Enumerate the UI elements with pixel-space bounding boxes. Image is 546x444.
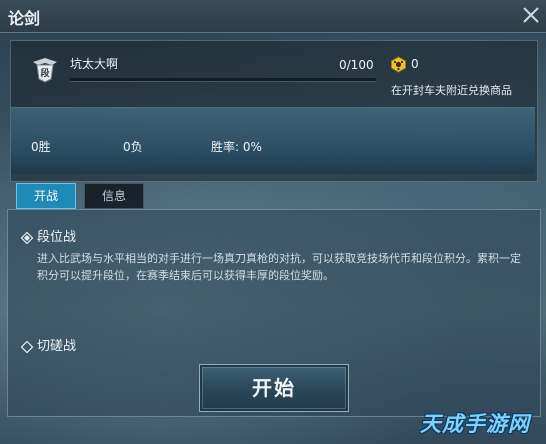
watermark-logo: 天成手游网	[420, 412, 530, 436]
diamond-icon	[20, 338, 34, 354]
close-icon[interactable]	[520, 4, 542, 26]
rank-badge-icon: 段	[30, 55, 60, 83]
selected-diamond-icon	[20, 229, 34, 245]
tab-info[interactable]: 信息	[84, 183, 144, 209]
stats-band	[11, 107, 535, 174]
title-bar: 论剑	[0, 0, 546, 33]
tab-battle[interactable]: 开战	[16, 183, 76, 209]
mode-option-ranked-label: 段位战	[37, 230, 77, 245]
mode-description: 进入比武场与水平相当的对手进行一场真刀真枪的对抗，可以获取竞技场代币和段位积分。…	[37, 252, 521, 282]
exchange-note: 在开封车夫附近兑换商品	[391, 84, 512, 97]
wins-stat: 0胜	[31, 140, 51, 154]
start-button[interactable]: 开始	[199, 364, 349, 412]
coin-count: 0	[411, 57, 419, 71]
rank-progress-text: 0/100	[339, 58, 374, 72]
mode-option-sparring-label: 切磋战	[37, 339, 77, 354]
player-name: 坑太大啊	[70, 57, 119, 71]
window-title: 论剑	[8, 9, 41, 28]
svg-text:段: 段	[40, 67, 50, 79]
losses-stat: 0负	[123, 140, 143, 154]
win-rate-stat: 胜率: 0%	[211, 140, 262, 154]
arena-coin-icon	[390, 56, 407, 73]
rank-progress-bar	[70, 78, 376, 82]
